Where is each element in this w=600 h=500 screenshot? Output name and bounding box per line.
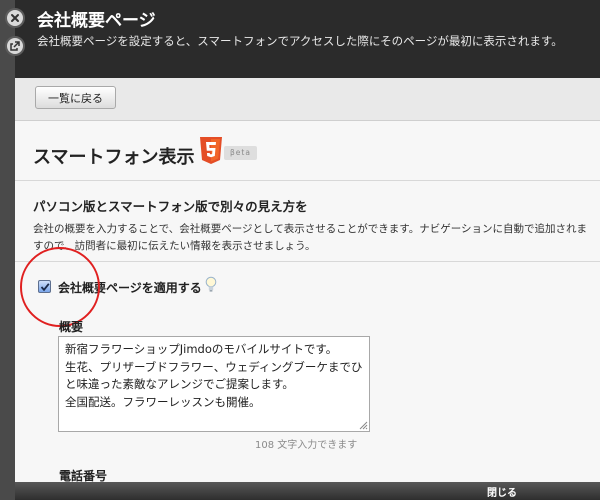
beta-badge: βeta <box>224 146 257 160</box>
subheading: パソコン版とスマートフォン版で別々の見え方を <box>33 199 308 214</box>
divider <box>15 261 600 262</box>
settings-panel: スマートフォン表示 βeta パソコン版とスマートフォン版で別々の見え方を 会社… <box>15 121 600 482</box>
close-icon[interactable] <box>5 8 25 28</box>
apply-company-page-checkbox[interactable] <box>38 280 51 293</box>
character-counter: 108 文字入力できます <box>255 440 358 451</box>
divider <box>15 180 600 181</box>
checkmark-icon <box>40 282 50 291</box>
bottom-bar: 閉じる <box>15 482 600 500</box>
close-button[interactable]: 閉じる <box>487 484 517 499</box>
section-title: スマートフォン表示 <box>33 147 195 168</box>
description-text: 会社の概要を入力することで、会社概要ページとして表示させることができます。ナビゲ… <box>33 223 587 252</box>
phone-label: 電話番号 <box>59 469 108 482</box>
summary-textarea[interactable]: 新宿フラワーショップJimdoのモバイルサイトです。 生花、プリザーブドフラワー… <box>58 336 370 432</box>
page-title: 会社概要ページ <box>37 11 156 31</box>
popout-icon[interactable] <box>5 36 25 56</box>
toolbar: 一覧に戻る <box>15 78 600 121</box>
back-to-list-button[interactable]: 一覧に戻る <box>35 86 116 109</box>
apply-checkbox-label[interactable]: 会社概要ページを適用する <box>58 279 202 296</box>
summary-label: 概要 <box>59 320 84 334</box>
lightbulb-icon[interactable] <box>205 276 217 293</box>
resize-grip-icon[interactable] <box>358 420 368 430</box>
html5-icon <box>200 137 222 164</box>
left-gutter <box>0 0 15 500</box>
page-description: 会社概要ページを設定すると、スマートフォンでアクセスした際にそのページが最初に表… <box>37 34 563 48</box>
header-bar: 会社概要ページ 会社概要ページを設定すると、スマートフォンでアクセスした際にその… <box>15 0 600 78</box>
